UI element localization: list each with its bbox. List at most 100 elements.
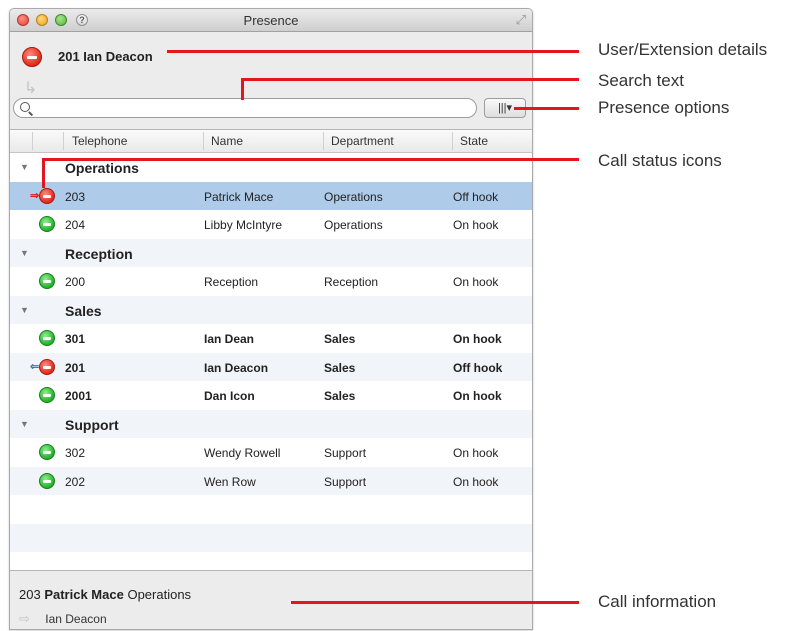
callout-line xyxy=(42,158,579,161)
call-info-extension: 203 xyxy=(19,587,41,602)
disclosure-triangle-icon[interactable]: ▼ xyxy=(20,248,29,258)
cell-state: On hook xyxy=(453,275,499,289)
call-info-department: Operations xyxy=(127,587,192,602)
empty-row xyxy=(10,495,532,524)
available-status-icon xyxy=(39,472,55,489)
call-info-name: Patrick Mace xyxy=(44,587,124,602)
incoming-call-arrow-icon: ⇐ xyxy=(30,360,40,373)
group-name: Operations xyxy=(65,160,139,176)
column-separator xyxy=(63,132,64,150)
cell-department: Sales xyxy=(324,332,356,346)
cell-department: Operations xyxy=(324,218,383,232)
cell-department: Operations xyxy=(324,189,383,204)
call-information-panel: 203 Patrick Mace Operations ⇨ Ian Deacon xyxy=(10,570,532,629)
cell-department: Sales xyxy=(324,360,356,375)
cell-state: On hook xyxy=(453,446,499,460)
presence-window: ? Presence ⤢ 201 Ian Deacon ↳ |||▾ Telep… xyxy=(9,8,533,630)
group-name: Sales xyxy=(65,302,102,319)
callout-line xyxy=(241,78,244,100)
disclosure-triangle-icon[interactable]: ▼ xyxy=(20,419,29,429)
busy-status-icon xyxy=(39,187,55,204)
cell-telephone: 203 xyxy=(65,189,86,204)
table-header: Telephone Name Department State xyxy=(10,130,532,153)
column-separator xyxy=(203,132,204,150)
cell-name: Ian Dean xyxy=(204,332,255,346)
table-row[interactable]: 302 Wendy Rowell Support On hook xyxy=(10,438,532,467)
user-status-icon[interactable] xyxy=(22,47,42,67)
cell-state: On hook xyxy=(453,389,502,403)
group-row[interactable]: ▼ Support xyxy=(10,409,532,438)
callout-line xyxy=(241,78,579,81)
cell-state: Off hook xyxy=(453,360,503,375)
cell-name: Libby McIntyre xyxy=(204,218,283,232)
available-status-icon xyxy=(39,330,55,346)
cell-name: Dan Icon xyxy=(204,389,255,403)
callout-search-text: Search text xyxy=(598,71,684,90)
group-row[interactable]: ▼ Reception xyxy=(10,238,532,267)
cell-telephone: 200 xyxy=(65,275,86,289)
search-icon xyxy=(20,102,30,112)
group-name: Support xyxy=(65,416,119,433)
disclosure-triangle-icon[interactable]: ▼ xyxy=(20,162,29,172)
call-info-line: 203 Patrick Mace Operations xyxy=(19,587,191,602)
callout-call-information: Call information xyxy=(598,592,717,611)
disclosure-triangle-icon[interactable]: ▼ xyxy=(20,305,29,315)
cell-department: Sales xyxy=(324,389,356,403)
user-extension-details: 201 Ian Deacon ↳ xyxy=(10,32,532,108)
column-separator xyxy=(32,132,33,150)
table-row[interactable]: 200 Reception Reception On hook xyxy=(10,267,532,296)
cell-name: Wendy Rowell xyxy=(204,446,281,460)
column-separator xyxy=(452,132,453,150)
cell-name: Ian Deacon xyxy=(204,360,269,375)
cell-state: On hook xyxy=(453,474,499,489)
call-info-party: Ian Deacon xyxy=(45,612,107,626)
available-status-icon xyxy=(39,273,55,289)
busy-status-icon xyxy=(39,358,55,375)
cell-department: Reception xyxy=(324,275,379,289)
callout-line xyxy=(167,50,579,53)
column-header-name[interactable]: Name xyxy=(211,134,243,148)
callout-user-details: User/Extension details xyxy=(598,40,768,59)
cell-department: Support xyxy=(324,474,367,489)
column-separator xyxy=(323,132,324,150)
table-row[interactable]: 204 Libby McIntyre Operations On hook xyxy=(10,210,532,239)
cell-state: Off hook xyxy=(453,189,499,204)
connected-party-arrow-icon: ⇨ xyxy=(19,611,30,626)
cell-name: Patrick Mace xyxy=(204,189,274,204)
search-input[interactable] xyxy=(34,100,468,118)
resize-icon[interactable]: ⤢ xyxy=(516,12,526,28)
available-status-icon xyxy=(39,444,55,460)
available-status-icon xyxy=(39,387,55,403)
cell-telephone: 204 xyxy=(65,218,86,232)
callout-presence-options: Presence options xyxy=(598,98,730,117)
cell-telephone: 2001 xyxy=(65,389,92,403)
group-row[interactable]: ▼ Sales xyxy=(10,295,532,324)
table-row[interactable]: ⇒ 203 Patrick Mace Operations Off hook xyxy=(10,181,532,210)
table-row[interactable]: 301 Ian Dean Sales On hook xyxy=(10,324,532,353)
cell-telephone: 201 xyxy=(65,360,86,375)
cell-telephone: 301 xyxy=(65,332,86,346)
cell-name: Reception xyxy=(204,275,259,289)
user-name: 201 Ian Deacon xyxy=(58,49,153,64)
column-header-state[interactable]: State xyxy=(460,134,488,148)
empty-row xyxy=(10,523,532,552)
cell-telephone: 202 xyxy=(65,474,86,489)
available-status-icon xyxy=(39,216,55,232)
cell-state: On hook xyxy=(453,218,499,232)
callout-line xyxy=(42,158,45,188)
table-body: ▼ Operations ⇒ 203 Patrick Mace Operatio… xyxy=(10,153,532,552)
window-title: Presence xyxy=(243,13,299,28)
callout-line xyxy=(291,601,579,604)
call-party-line: ⇨ Ian Deacon xyxy=(19,611,107,627)
table-row[interactable]: ⇐ 201 Ian Deacon Sales Off hook xyxy=(10,352,532,381)
cell-department: Support xyxy=(324,446,367,460)
forward-call-icon[interactable]: ↳ xyxy=(24,78,37,98)
cell-name: Wen Row xyxy=(204,474,256,489)
column-header-telephone[interactable]: Telephone xyxy=(72,134,127,148)
title-bar: ? Presence ⤢ xyxy=(10,9,532,32)
table-row[interactable]: 2001 Dan Icon Sales On hook xyxy=(10,381,532,410)
presence-table: Telephone Name Department State ▼ Operat… xyxy=(10,129,532,570)
table-row[interactable]: 202 Wen Row Support On hook xyxy=(10,466,532,495)
search-field[interactable] xyxy=(13,98,477,118)
column-header-department[interactable]: Department xyxy=(331,134,394,148)
